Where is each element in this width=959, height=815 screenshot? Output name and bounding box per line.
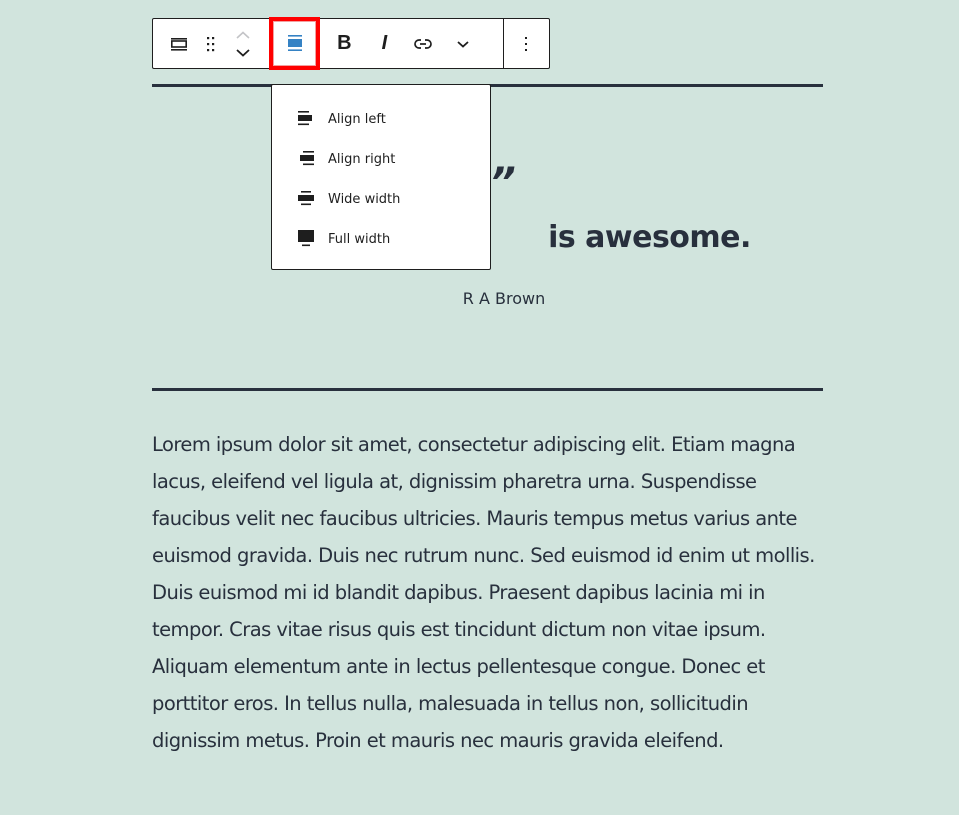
menu-item-wide-width[interactable]: Wide width xyxy=(272,179,490,219)
drag-handle[interactable] xyxy=(205,19,217,68)
block-toolbar: B I xyxy=(152,16,550,70)
more-rich-text-button[interactable] xyxy=(446,19,480,68)
menu-item-align-left[interactable]: Align left xyxy=(272,99,490,139)
formatting-group: B I xyxy=(320,19,480,68)
italic-button[interactable]: I xyxy=(368,19,400,68)
link-icon xyxy=(414,38,433,49)
align-right-icon xyxy=(300,151,314,166)
move-up-button[interactable] xyxy=(235,26,251,44)
menu-item-align-right[interactable]: Align right xyxy=(272,139,490,179)
pullquote-text[interactable]: is awesome. xyxy=(152,220,857,255)
align-button[interactable] xyxy=(269,16,321,70)
align-dropdown-menu: Align left Align right Wide width Full w… xyxy=(271,84,491,270)
italic-icon: I xyxy=(381,32,388,54)
pullquote-icon xyxy=(171,37,187,51)
bold-button[interactable]: B xyxy=(320,19,368,68)
align-full-icon xyxy=(298,230,314,247)
align-left-icon xyxy=(298,111,312,126)
chevron-down-icon xyxy=(457,40,470,48)
chevron-down-icon xyxy=(236,48,250,57)
block-mover xyxy=(217,19,269,68)
more-vertical-icon xyxy=(525,36,528,51)
align-center-icon xyxy=(287,35,302,51)
block-type-button[interactable] xyxy=(153,19,205,68)
move-down-button[interactable] xyxy=(235,44,251,62)
block-controls-group xyxy=(153,19,269,68)
options-button[interactable] xyxy=(504,19,549,68)
align-wide-icon xyxy=(298,191,314,206)
paragraph-block[interactable]: Lorem ipsum dolor sit amet, consectetur … xyxy=(152,426,828,759)
drag-handle-icon xyxy=(207,36,215,51)
chevron-up-icon xyxy=(236,30,250,39)
link-button[interactable] xyxy=(400,19,446,68)
bold-icon: B xyxy=(337,32,352,54)
pullquote-citation[interactable]: R A Brown xyxy=(152,289,856,308)
menu-item-full-width[interactable]: Full width xyxy=(272,219,490,259)
quote-mark: ” xyxy=(490,160,516,206)
pullquote-bottom-border xyxy=(152,388,823,391)
